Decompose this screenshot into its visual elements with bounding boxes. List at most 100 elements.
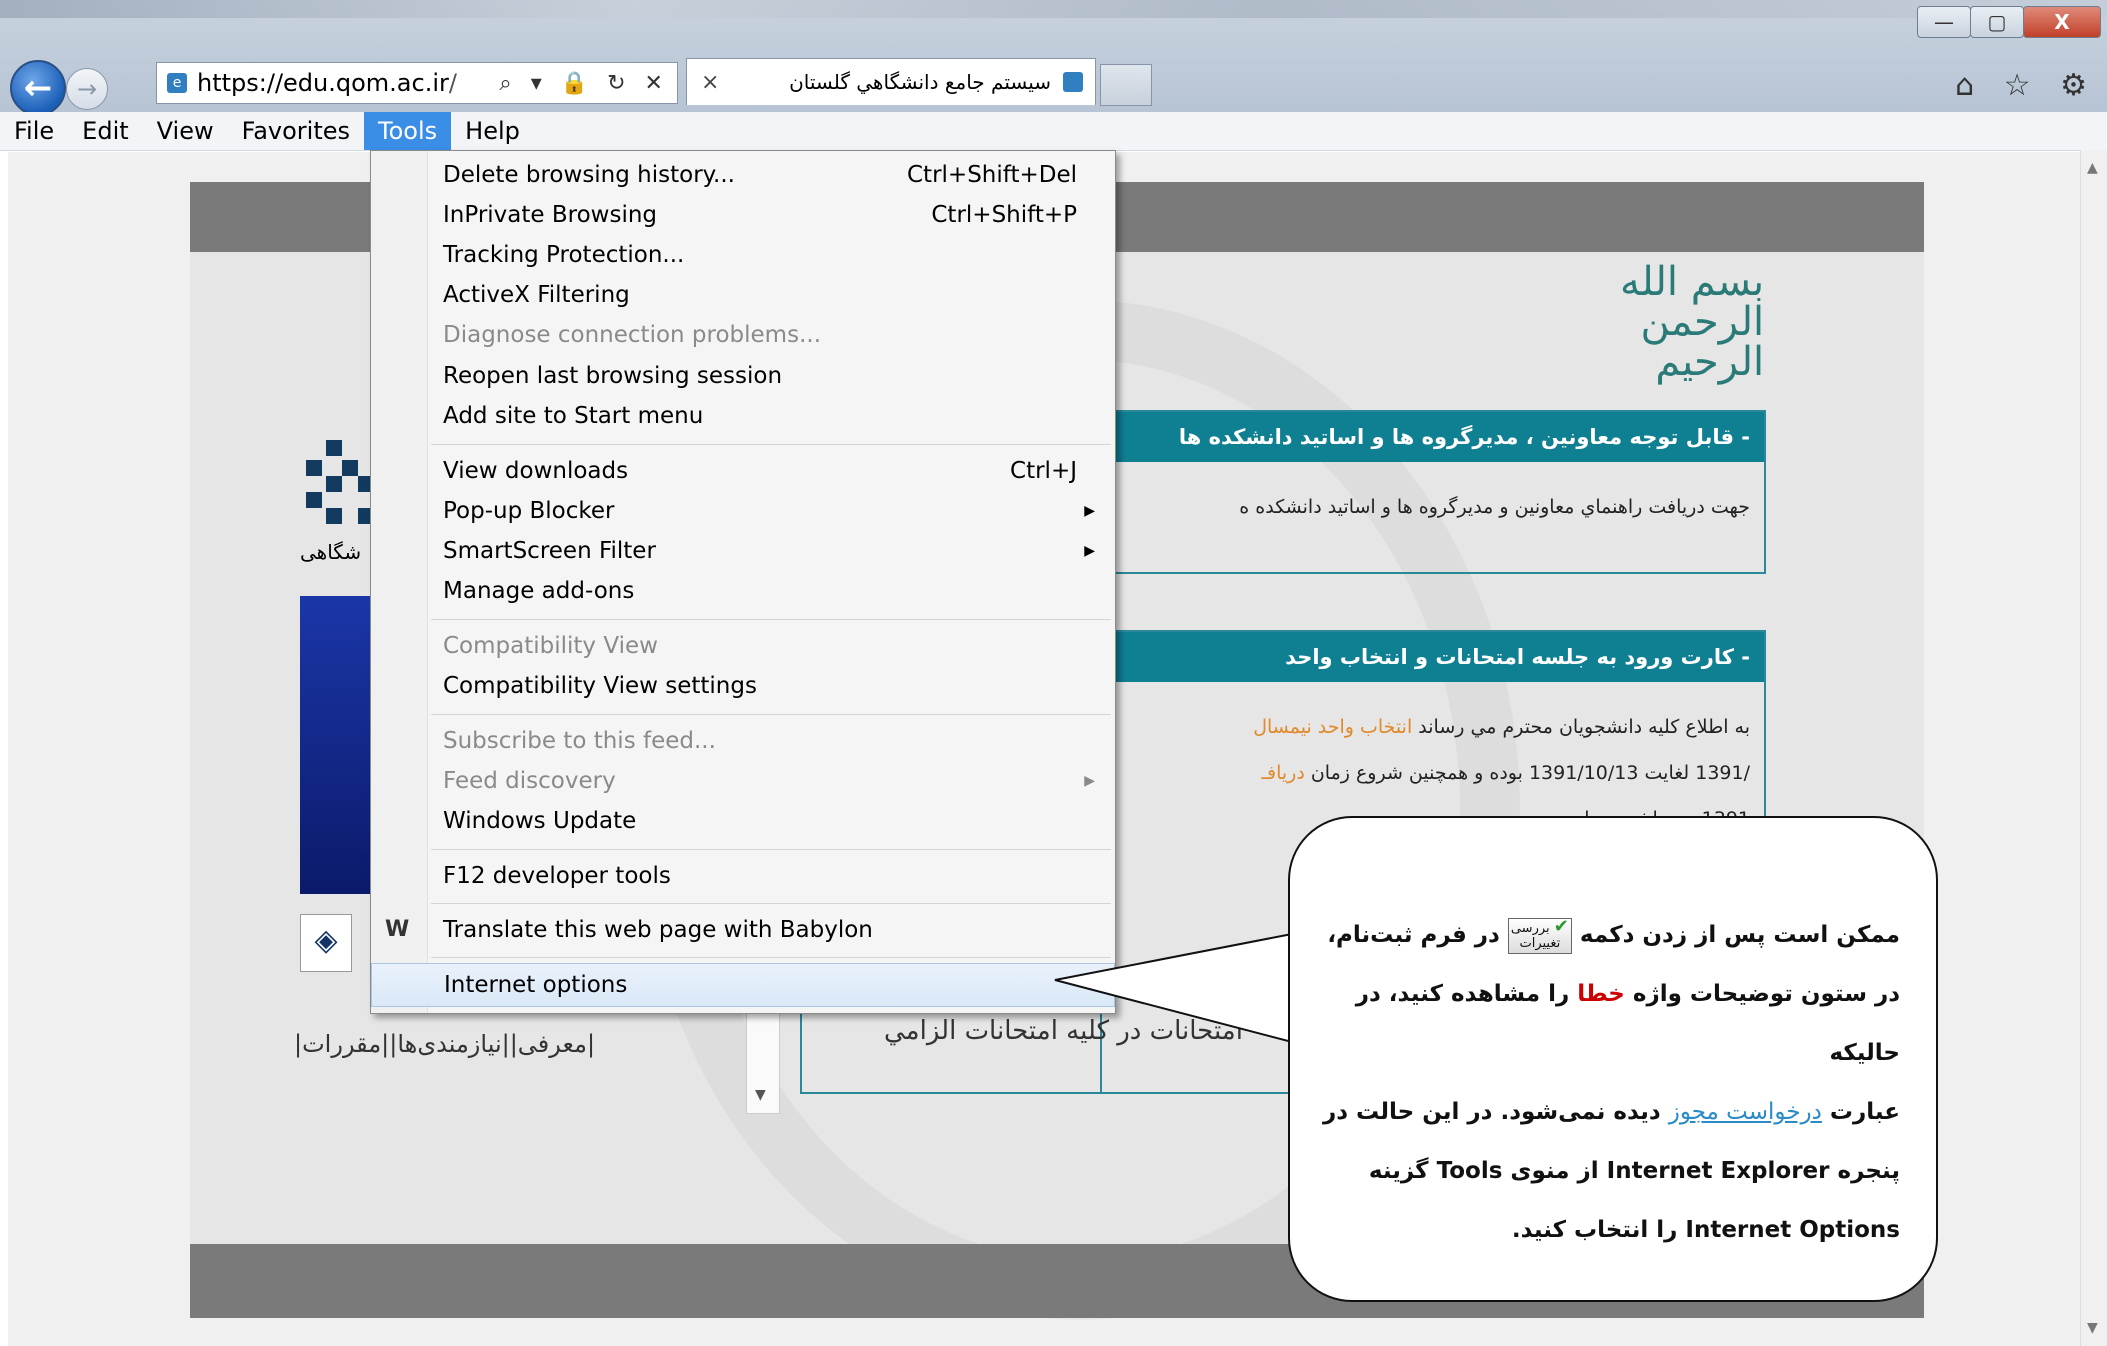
callout-text-part: پنجره Internet Explorer از منوی Tools گز… xyxy=(1368,1158,1900,1184)
menu-item-feed-discovery: Feed discovery ▶ xyxy=(371,761,1115,801)
browser-tab[interactable]: سيستم جامع دانشگاهي گلستان × xyxy=(686,58,1096,105)
menu-separator xyxy=(431,444,1111,445)
menu-separator xyxy=(431,957,1111,958)
menu-item-reopen-session[interactable]: Reopen last browsing session xyxy=(371,356,1115,396)
window-titlebar: — ▢ X ← → e https:// edu.qom.ac.ir / ⌕ ▾… xyxy=(0,0,2107,118)
address-bar-controls[interactable]: ⌕ ▾ 🔒 ↻ ✕ xyxy=(499,71,669,96)
minimize-button[interactable]: — xyxy=(1917,6,1971,38)
scroll-down-icon[interactable]: ▼ xyxy=(755,1087,766,1103)
news-header[interactable]: - قابل توجه معاونين ، مديرگروه ها و اسات… xyxy=(1102,412,1764,462)
menu-item-shortcut: Ctrl+Shift+Del xyxy=(907,162,1077,188)
news-box-1: - قابل توجه معاونين ، مديرگروه ها و اسات… xyxy=(1100,410,1766,574)
calligraphy-line: الرحيم xyxy=(1655,339,1765,385)
menu-favorites[interactable]: Favorites xyxy=(228,112,364,150)
back-arrow-icon[interactable]: ← xyxy=(10,60,66,116)
navigation-bar: ← → e https:// edu.qom.ac.ir / ⌕ ▾ 🔒 ↻ ✕… xyxy=(0,56,2107,116)
menu-tools[interactable]: Tools xyxy=(364,112,452,150)
menu-separator xyxy=(431,849,1111,850)
menu-item-label: Manage add-ons xyxy=(443,578,635,604)
menu-item-view-downloads[interactable]: View downloads Ctrl+J xyxy=(371,451,1115,491)
menu-file[interactable]: File xyxy=(0,112,68,150)
menu-item-label: Subscribe to this feed... xyxy=(443,728,716,754)
callout-text-part: در ستون توضیحات واژه xyxy=(1632,981,1900,1007)
news-link[interactable]: دريافـ xyxy=(1261,762,1304,784)
page-scrollbar[interactable]: ▲ ▼ xyxy=(2080,150,2107,1346)
news-text-line: به اطلاع كليه دانشجويان محترم مي رساند xyxy=(1412,716,1750,738)
window-controls: — ▢ X xyxy=(1917,6,2101,38)
footer-links[interactable]: |معرفی||نیازمندی‌ها||مقررات| xyxy=(294,1030,595,1058)
menu-item-compat-settings[interactable]: Compatibility View settings xyxy=(371,666,1115,706)
tools-menu: Delete browsing history... Ctrl+Shift+De… xyxy=(370,150,1116,1014)
menu-view[interactable]: View xyxy=(143,112,228,150)
side-banner xyxy=(300,596,380,894)
menu-help[interactable]: Help xyxy=(451,112,534,150)
checkmark-icon: ✔ xyxy=(1553,915,1569,937)
review-changes-button-icon: ✔ بررسی تغییرات xyxy=(1507,915,1572,954)
maximize-button[interactable]: ▢ xyxy=(1970,6,2024,38)
address-path: / xyxy=(448,69,457,97)
bismillah-calligraphy: بسم الله الرحمن الرحيم xyxy=(1620,262,1764,382)
menu-item-label: Translate this web page with Babylon xyxy=(443,917,873,943)
tab-title: سيستم جامع دانشگاهي گلستان xyxy=(789,70,1051,94)
menu-item-manage-addons[interactable]: Manage add-ons xyxy=(371,571,1115,611)
menu-item-subscribe-feed: Subscribe to this feed... xyxy=(371,721,1115,761)
menu-item-label: InPrivate Browsing xyxy=(443,202,658,228)
menu-item-label: Delete browsing history... xyxy=(443,162,735,188)
button-icon-label: تغییرات xyxy=(1519,935,1561,951)
forward-arrow-icon[interactable]: → xyxy=(66,68,108,110)
menu-item-smartscreen[interactable]: SmartScreen Filter ▶ xyxy=(371,531,1115,571)
menu-item-add-start-menu[interactable]: Add site to Start menu xyxy=(371,396,1115,436)
menu-item-popup-blocker[interactable]: Pop-up Blocker ▶ xyxy=(371,491,1115,531)
tab-favicon xyxy=(1063,72,1083,92)
scroll-down-icon[interactable]: ▼ xyxy=(2087,1320,2098,1336)
news-header[interactable]: - كارت ورود به جلسه امتحانات و انتخاب وا… xyxy=(1102,632,1764,682)
menu-edit[interactable]: Edit xyxy=(68,112,142,150)
menu-item-label: Windows Update xyxy=(443,808,637,834)
callout-tail xyxy=(1054,932,1293,1044)
menu-item-delete-history[interactable]: Delete browsing history... Ctrl+Shift+De… xyxy=(371,155,1115,195)
menu-item-label: Reopen last browsing session xyxy=(443,363,783,389)
tab-close-icon[interactable]: × xyxy=(701,70,719,95)
menu-item-shortcut: Ctrl+J xyxy=(1010,458,1077,484)
news-link[interactable]: انتخاب واحد نيمسال xyxy=(1253,716,1412,738)
university-logo xyxy=(296,430,376,540)
menu-item-label: ActiveX Filtering xyxy=(443,282,630,308)
callout-text: ممکن است پس از زدن دکمه ✔ بررسی تغییرات … xyxy=(1310,906,1900,1260)
menu-item-babylon-translate[interactable]: W Translate this web page with Babylon xyxy=(371,910,1115,950)
menu-bar: File Edit View Favorites Tools Help xyxy=(0,112,2107,151)
browser-right-icons[interactable]: ⌂ ☆ ⚙ xyxy=(1955,68,2097,103)
menu-item-label: Feed discovery xyxy=(443,768,616,794)
submenu-arrow-icon: ▶ xyxy=(1084,543,1095,559)
logo-caption: شگاهی xyxy=(300,540,362,564)
error-word: خطا xyxy=(1577,981,1625,1007)
menu-item-label: Diagnose connection problems... xyxy=(443,322,822,348)
news-text: جهت دريافت راهنماي معاونين و مديرگروه ها… xyxy=(1239,496,1750,518)
close-window-button[interactable]: X xyxy=(2023,6,2101,38)
menu-item-label: Internet options xyxy=(444,972,628,998)
menu-item-label: Add site to Start menu xyxy=(443,403,704,429)
scroll-up-icon[interactable]: ▲ xyxy=(2087,160,2098,176)
inner-scrollbar[interactable]: ▼ xyxy=(746,1000,780,1114)
submenu-arrow-icon: ▶ xyxy=(1084,503,1095,519)
submenu-arrow-icon: ▶ xyxy=(1084,773,1095,789)
address-host: edu.qom.ac.ir xyxy=(283,69,449,97)
menu-item-label: F12 developer tools xyxy=(443,863,671,889)
new-tab-button[interactable] xyxy=(1100,64,1152,106)
golestan-logo-icon: ◈ xyxy=(300,914,352,972)
menu-item-activex-filtering[interactable]: ActiveX Filtering xyxy=(371,275,1115,315)
menu-item-diagnose: Diagnose connection problems... xyxy=(371,315,1115,355)
menu-item-f12-tools[interactable]: F12 developer tools xyxy=(371,856,1115,896)
calligraphy-line: الرحمن xyxy=(1640,299,1765,345)
callout-text-part: ممکن است پس از زدن دکمه xyxy=(1579,922,1900,948)
address-bar[interactable]: e https:// edu.qom.ac.ir / ⌕ ▾ 🔒 ↻ ✕ xyxy=(156,62,678,104)
address-scheme: https:// xyxy=(197,69,284,97)
menu-separator xyxy=(431,714,1111,715)
calligraphy-line: بسم الله xyxy=(1620,259,1765,305)
callout-text-part: دیده نمی‌شود. در این حالت در xyxy=(1322,1099,1661,1125)
menu-item-internet-options[interactable]: Internet options xyxy=(371,963,1115,1007)
menu-item-compat-view: Compatibility View xyxy=(371,626,1115,666)
menu-item-windows-update[interactable]: Windows Update xyxy=(371,801,1115,841)
menu-item-inprivate[interactable]: InPrivate Browsing Ctrl+Shift+P xyxy=(371,195,1115,235)
menu-item-label: Compatibility View settings xyxy=(443,673,757,699)
menu-item-tracking-protection[interactable]: Tracking Protection... xyxy=(371,235,1115,275)
